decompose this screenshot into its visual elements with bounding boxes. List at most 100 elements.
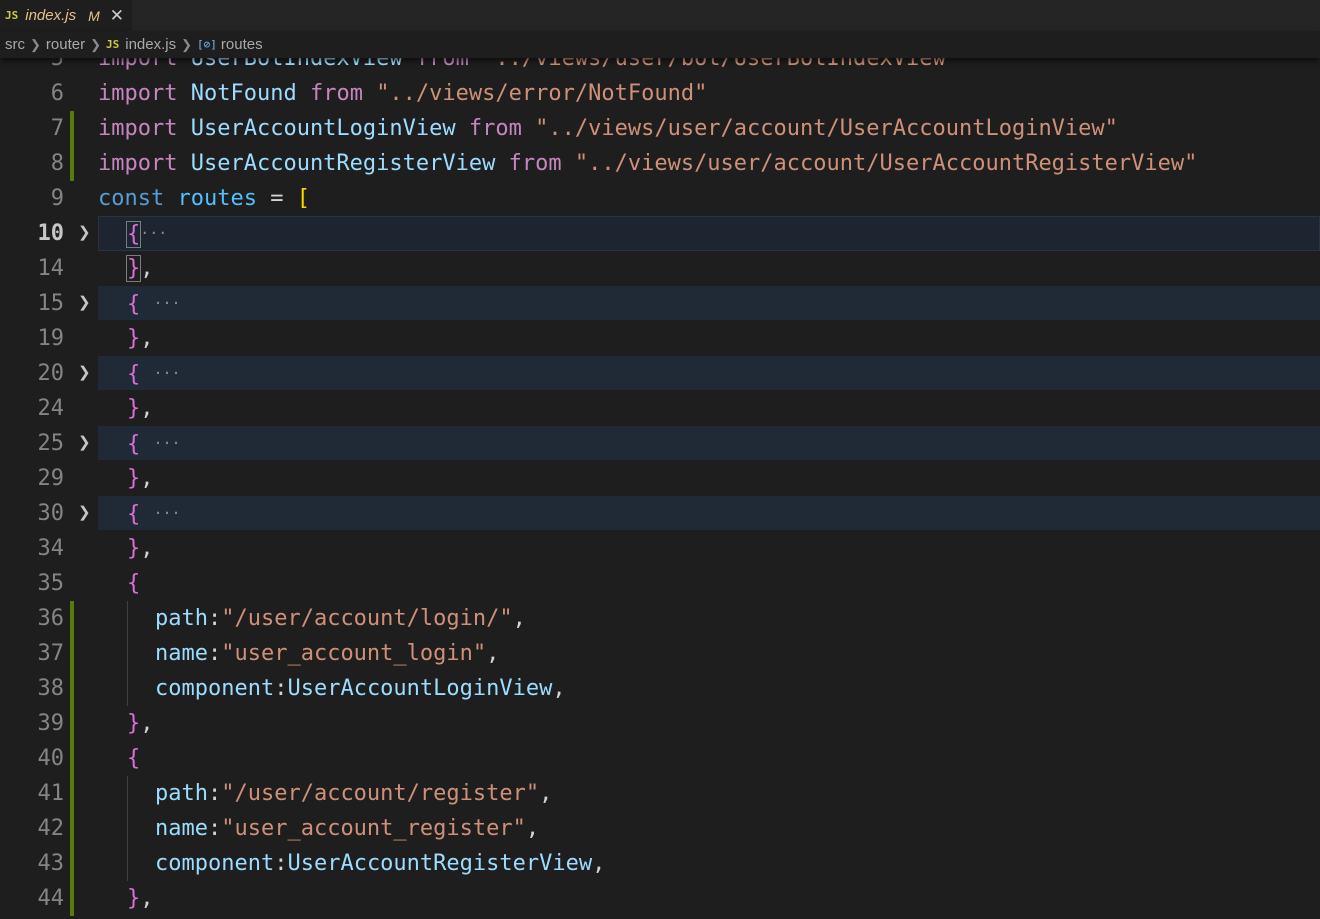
code-line-folded: 25 ❯ { ··· (0, 426, 1320, 461)
close-icon[interactable]: ✕ (110, 6, 124, 26)
line-text: }, (127, 466, 154, 491)
code-line: 41 path:"/user/account/register", (0, 776, 1320, 811)
code-line-folded: 20 ❯ { ··· (0, 356, 1320, 391)
git-added-marker (70, 111, 74, 146)
line-number: 39 (37, 711, 65, 736)
chevron-right-icon[interactable]: ❯ (78, 356, 91, 390)
git-added-marker (70, 776, 74, 811)
chevron-right-icon: ❯ (30, 36, 41, 52)
code-line: 37 name:"user_account_login", (0, 636, 1320, 671)
line-number: 20 (37, 361, 65, 386)
code-line: 43 component:UserAccountRegisterView, (0, 846, 1320, 881)
line-number: 6 (50, 81, 64, 106)
line-text: import NotFound from "../views/error/Not… (98, 81, 708, 106)
line-text: component:UserAccountLoginView, (155, 676, 566, 701)
line-number: 19 (37, 326, 65, 351)
line-text: { (127, 746, 141, 771)
git-added-marker (70, 706, 74, 741)
line-number: 15 (37, 291, 65, 316)
indent-guide (127, 601, 128, 636)
git-added-marker (70, 881, 74, 916)
line-text: import UserAccountLoginView from "../vie… (98, 116, 1118, 141)
line-number: 42 (37, 816, 65, 841)
git-added-marker (70, 601, 74, 636)
js-file-icon: JS (106, 38, 120, 51)
line-number: 41 (37, 781, 65, 806)
code-line: 6 import NotFound from "../views/error/N… (0, 76, 1320, 111)
code-line: 5 import UserBotIndexView from "../views… (0, 58, 1320, 76)
chevron-right-icon[interactable]: ❯ (78, 496, 91, 530)
breadcrumb-routes[interactable]: routes (221, 36, 263, 53)
line-number: 40 (37, 746, 65, 771)
chevron-right-icon[interactable]: ❯ (78, 426, 91, 460)
line-number: 24 (37, 396, 65, 421)
modified-indicator: M (88, 7, 100, 24)
line-text: { ··· (127, 362, 181, 387)
line-text: }, (127, 886, 154, 911)
code-line: 44 }, (0, 881, 1320, 916)
code-line: 9 const routes = [ (0, 181, 1320, 216)
line-text: { ··· (127, 292, 181, 317)
chevron-right-icon[interactable]: ❯ (78, 286, 91, 320)
line-text: name:"user_account_login", (155, 641, 500, 666)
line-text: import UserBotIndexView from "../views/u… (98, 58, 959, 71)
chevron-right-icon[interactable]: ❯ (78, 216, 91, 250)
code-line-folded: 30 ❯ { ··· (0, 496, 1320, 531)
line-text: path:"/user/account/register", (155, 781, 553, 806)
line-number: 34 (37, 536, 65, 561)
line-text: }, (127, 711, 154, 736)
code-line: 34 }, (0, 531, 1320, 566)
line-text: }, (127, 326, 154, 351)
line-text: }, (127, 396, 154, 421)
breadcrumb-index-js[interactable]: index.js (125, 36, 176, 53)
git-added-marker (70, 636, 74, 671)
fold-highlight (98, 356, 1320, 390)
line-text: { ··· (127, 432, 181, 457)
git-added-marker (70, 741, 74, 776)
code-line: 8 import UserAccountRegisterView from ".… (0, 146, 1320, 181)
line-number: 37 (37, 641, 65, 666)
git-added-marker (70, 846, 74, 881)
indent-guide (127, 636, 128, 671)
line-text: import UserAccountRegisterView from "../… (98, 151, 1198, 176)
line-number: 14 (37, 256, 65, 281)
line-number: 10 (37, 221, 65, 246)
breadcrumb-router[interactable]: router (46, 36, 85, 53)
indent-guide (127, 671, 128, 706)
line-number: 30 (37, 501, 65, 526)
line-number: 5 (50, 58, 64, 71)
code-line: 35 { (0, 566, 1320, 601)
tab-filename: index.js (25, 7, 77, 24)
line-text: { ··· (127, 502, 181, 527)
code-line-folded: 10 ❯ {··· (0, 216, 1320, 251)
code-line: 24 }, (0, 391, 1320, 426)
code-line: 40 { (0, 741, 1320, 776)
line-number: 8 (50, 151, 64, 176)
git-added-marker (70, 671, 74, 706)
variable-symbol-icon: [⊘] (197, 38, 217, 51)
breadcrumb-src[interactable]: src (5, 36, 25, 53)
line-text: component:UserAccountRegisterView, (155, 851, 606, 876)
code-editor[interactable]: 5 import UserBotIndexView from "../views… (0, 58, 1320, 919)
line-number: 29 (37, 466, 65, 491)
line-number: 38 (37, 676, 65, 701)
line-text: {··· (125, 221, 168, 248)
git-added-marker (70, 146, 74, 181)
code-line: 14 }, (0, 251, 1320, 286)
indent-guide (127, 776, 128, 811)
code-line: 36 path:"/user/account/login/", (0, 601, 1320, 636)
line-number: 9 (50, 186, 64, 211)
code-line: 38 component:UserAccountLoginView, (0, 671, 1320, 706)
line-text: }, (125, 255, 154, 282)
tab-index-js[interactable]: JS index.js M ✕ (0, 0, 132, 31)
line-number: 7 (50, 116, 64, 141)
code-line: 42 name:"user_account_register", (0, 811, 1320, 846)
git-added-marker (70, 811, 74, 846)
line-text: path:"/user/account/login/", (155, 606, 526, 631)
line-number: 43 (37, 851, 65, 876)
line-text: { (127, 571, 141, 596)
fold-highlight (98, 426, 1320, 460)
current-line-highlight (98, 216, 1320, 251)
indent-guide (127, 811, 128, 846)
tab-bar: JS index.js M ✕ (0, 0, 1320, 31)
